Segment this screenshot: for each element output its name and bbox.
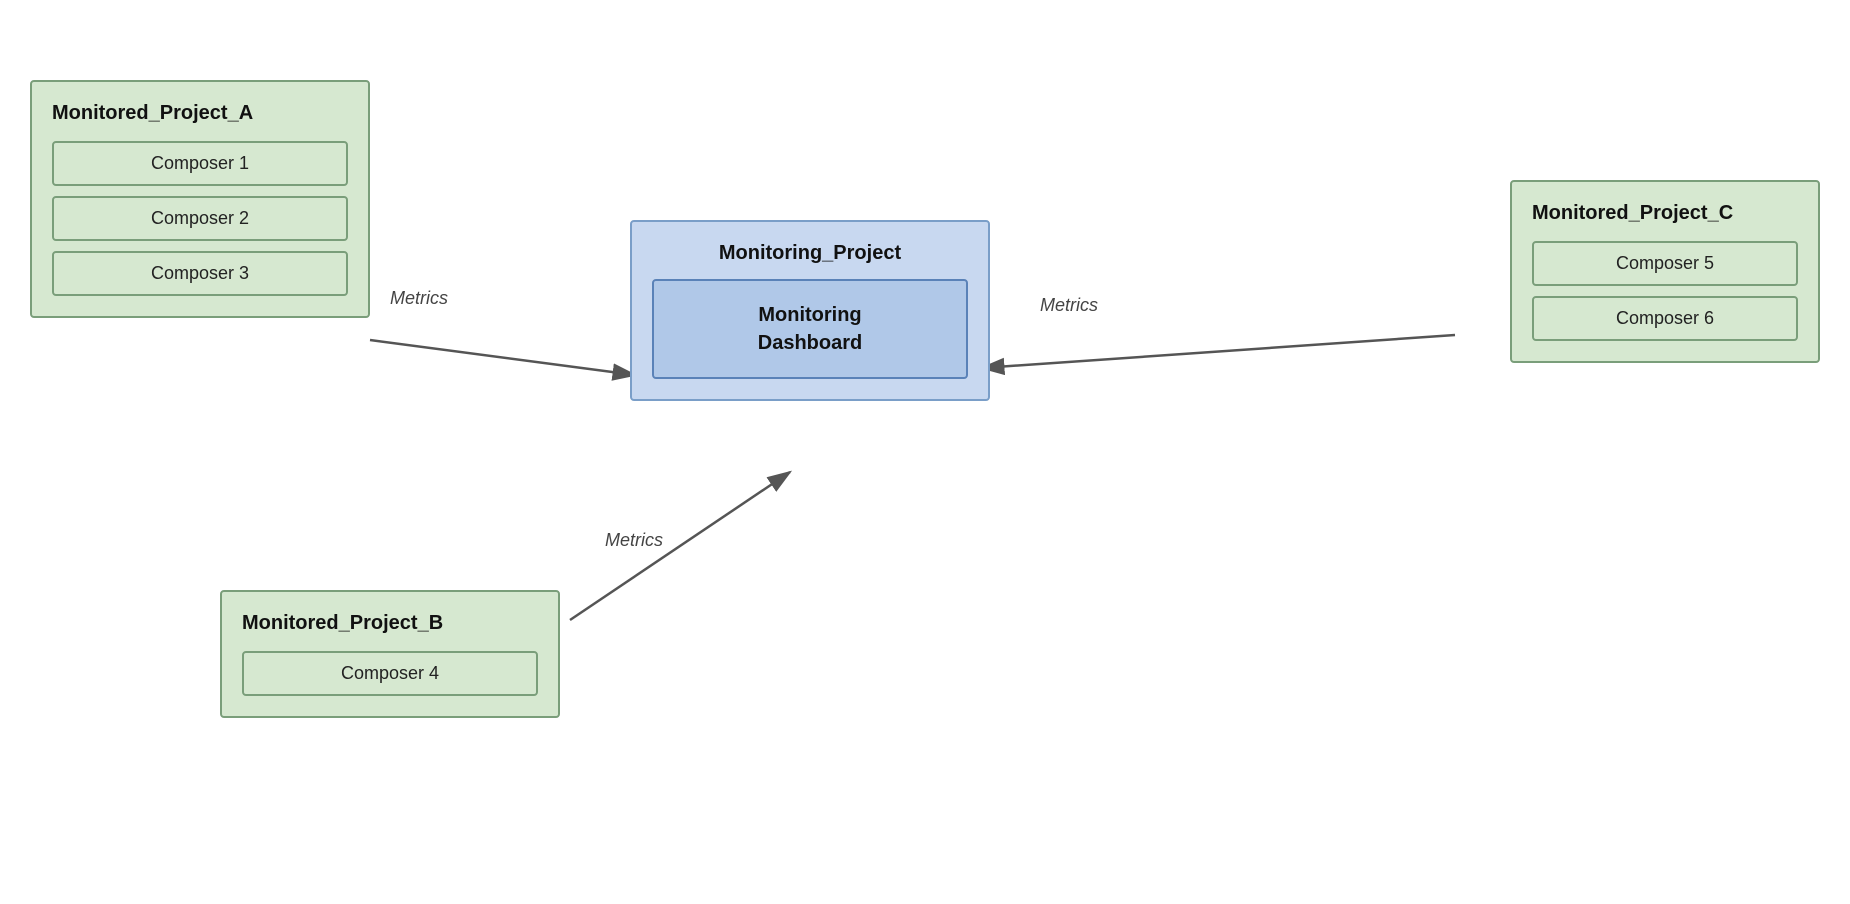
project-b-title: Monitored_Project_B [242,612,538,635]
dashboard-label-line1: Monitoring [758,304,861,326]
monitoring-project-title: Monitoring_Project [652,242,968,265]
composer-4-item: Composer 4 [242,651,538,696]
monitoring-project-box: Monitoring_Project Monitoring Dashboard [630,220,990,401]
composer-1-item: Composer 1 [52,141,348,186]
composer-6-item: Composer 6 [1532,296,1798,341]
diagram-container: Monitored_Project_A Composer 1 Composer … [0,0,1850,904]
project-c-box: Monitored_Project_C Composer 5 Composer … [1510,180,1820,363]
metrics-label-b: Metrics [605,530,663,551]
project-c-title: Monitored_Project_C [1532,202,1798,225]
dashboard-label-line2: Dashboard [758,332,862,354]
monitoring-dashboard-box: Monitoring Dashboard [652,279,968,379]
metrics-label-a: Metrics [390,288,448,309]
metrics-label-c: Metrics [1040,295,1098,316]
composer-5-item: Composer 5 [1532,241,1798,286]
project-a-box: Monitored_Project_A Composer 1 Composer … [30,80,370,318]
project-a-title: Monitored_Project_A [52,102,348,125]
composer-3-item: Composer 3 [52,251,348,296]
composer-2-item: Composer 2 [52,196,348,241]
project-b-box: Monitored_Project_B Composer 4 [220,590,560,718]
